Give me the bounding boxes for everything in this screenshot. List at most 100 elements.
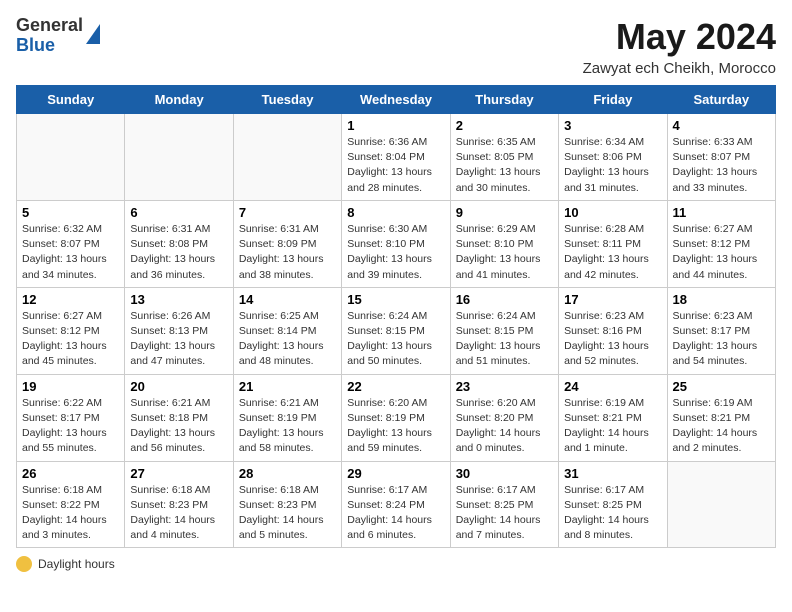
page-header: General Blue May 2024 Zawyat ech Cheikh,…	[16, 16, 776, 77]
day-info: Sunrise: 6:34 AM Sunset: 8:06 PM Dayligh…	[564, 135, 661, 196]
day-info: Sunrise: 6:28 AM Sunset: 8:11 PM Dayligh…	[564, 222, 661, 283]
calendar-week-row: 26 Sunrise: 6:18 AM Sunset: 8:22 PM Dayli…	[17, 461, 776, 548]
day-number: 5	[22, 205, 119, 220]
calendar-week-row: 12 Sunrise: 6:27 AM Sunset: 8:12 PM Dayli…	[17, 287, 776, 374]
calendar-day: 18 Sunrise: 6:23 AM Sunset: 8:17 PM Dayli…	[667, 287, 775, 374]
day-number: 6	[130, 205, 227, 220]
day-info: Sunrise: 6:18 AM Sunset: 8:22 PM Dayligh…	[22, 483, 119, 544]
calendar-day: 14Sunrise: 6:25 AM Sunset: 8:14 PM Dayli…	[233, 287, 341, 374]
month-title: May 2024	[583, 16, 776, 58]
day-info: Sunrise: 6:21 AM Sunset: 8:19 PM Dayligh…	[239, 396, 336, 457]
day-number: 16	[456, 292, 553, 307]
day-info: Sunrise: 6:35 AM Sunset: 8:05 PM Dayligh…	[456, 135, 553, 196]
day-info: Sunrise: 6:25 AM Sunset: 8:14 PM Dayligh…	[239, 309, 336, 370]
day-number: 1	[347, 118, 444, 133]
day-header-thursday: Thursday	[450, 86, 558, 114]
day-info: Sunrise: 6:19 AM Sunset: 8:21 PM Dayligh…	[673, 396, 770, 457]
day-number: 15	[347, 292, 444, 307]
calendar-week-row: 1 Sunrise: 6:36 AM Sunset: 8:04 PM Daylig…	[17, 114, 776, 201]
day-info: Sunrise: 6:32 AM Sunset: 8:07 PM Dayligh…	[22, 222, 119, 283]
calendar-day: 1 Sunrise: 6:36 AM Sunset: 8:04 PM Daylig…	[342, 114, 450, 201]
day-number: 19	[22, 379, 119, 394]
legend: Daylight hours	[16, 556, 776, 572]
day-info: Sunrise: 6:18 AM Sunset: 8:23 PM Dayligh…	[239, 483, 336, 544]
day-info: Sunrise: 6:23 AM Sunset: 8:16 PM Dayligh…	[564, 309, 661, 370]
calendar-day: 25 Sunrise: 6:19 AM Sunset: 8:21 PM Dayli…	[667, 374, 775, 461]
calendar-day	[125, 114, 233, 201]
day-number: 29	[347, 466, 444, 481]
day-number: 28	[239, 466, 336, 481]
calendar-day: 11 Sunrise: 6:27 AM Sunset: 8:12 PM Dayli…	[667, 200, 775, 287]
day-info: Sunrise: 6:17 AM Sunset: 8:25 PM Dayligh…	[456, 483, 553, 544]
day-number: 30	[456, 466, 553, 481]
calendar-week-row: 19 Sunrise: 6:22 AM Sunset: 8:17 PM Dayli…	[17, 374, 776, 461]
day-number: 25	[673, 379, 770, 394]
day-number: 10	[564, 205, 661, 220]
day-info: Sunrise: 6:21 AM Sunset: 8:18 PM Dayligh…	[130, 396, 227, 457]
calendar-day: 20Sunrise: 6:21 AM Sunset: 8:18 PM Dayli…	[125, 374, 233, 461]
day-info: Sunrise: 6:23 AM Sunset: 8:17 PM Dayligh…	[673, 309, 770, 370]
title-block: May 2024 Zawyat ech Cheikh, Morocco	[583, 16, 776, 77]
day-number: 11	[673, 205, 770, 220]
logo-triangle-icon	[86, 24, 100, 44]
day-info: Sunrise: 6:24 AM Sunset: 8:15 PM Dayligh…	[456, 309, 553, 370]
calendar-week-row: 5 Sunrise: 6:32 AM Sunset: 8:07 PM Daylig…	[17, 200, 776, 287]
day-info: Sunrise: 6:36 AM Sunset: 8:04 PM Dayligh…	[347, 135, 444, 196]
day-info: Sunrise: 6:18 AM Sunset: 8:23 PM Dayligh…	[130, 483, 227, 544]
legend-label: Daylight hours	[38, 557, 115, 571]
calendar-day: 24Sunrise: 6:19 AM Sunset: 8:21 PM Dayli…	[559, 374, 667, 461]
calendar-day: 16 Sunrise: 6:24 AM Sunset: 8:15 PM Dayli…	[450, 287, 558, 374]
day-header-monday: Monday	[125, 86, 233, 114]
day-header-saturday: Saturday	[667, 86, 775, 114]
calendar-day: 6Sunrise: 6:31 AM Sunset: 8:08 PM Daylig…	[125, 200, 233, 287]
day-info: Sunrise: 6:22 AM Sunset: 8:17 PM Dayligh…	[22, 396, 119, 457]
calendar-day	[233, 114, 341, 201]
day-number: 18	[673, 292, 770, 307]
day-number: 23	[456, 379, 553, 394]
day-info: Sunrise: 6:29 AM Sunset: 8:10 PM Dayligh…	[456, 222, 553, 283]
day-number: 26	[22, 466, 119, 481]
day-header-sunday: Sunday	[17, 86, 125, 114]
calendar-day: 10 Sunrise: 6:28 AM Sunset: 8:11 PM Dayli…	[559, 200, 667, 287]
location-text: Zawyat ech Cheikh, Morocco	[583, 60, 776, 77]
day-number: 21	[239, 379, 336, 394]
day-number: 27	[130, 466, 227, 481]
calendar-day: 7 Sunrise: 6:31 AM Sunset: 8:09 PM Daylig…	[233, 200, 341, 287]
day-info: Sunrise: 6:33 AM Sunset: 8:07 PM Dayligh…	[673, 135, 770, 196]
calendar-day: 4Sunrise: 6:33 AM Sunset: 8:07 PM Daylig…	[667, 114, 775, 201]
day-number: 3	[564, 118, 661, 133]
calendar-day: 19 Sunrise: 6:22 AM Sunset: 8:17 PM Dayli…	[17, 374, 125, 461]
calendar-day: 26 Sunrise: 6:18 AM Sunset: 8:22 PM Dayli…	[17, 461, 125, 548]
day-info: Sunrise: 6:27 AM Sunset: 8:12 PM Dayligh…	[673, 222, 770, 283]
day-number: 17	[564, 292, 661, 307]
calendar-day: 28 Sunrise: 6:18 AM Sunset: 8:23 PM Dayli…	[233, 461, 341, 548]
calendar-day: 31Sunrise: 6:17 AM Sunset: 8:25 PM Dayli…	[559, 461, 667, 548]
day-number: 24	[564, 379, 661, 394]
calendar-day: 30 Sunrise: 6:17 AM Sunset: 8:25 PM Dayli…	[450, 461, 558, 548]
day-number: 22	[347, 379, 444, 394]
day-number: 9	[456, 205, 553, 220]
logo: General Blue	[16, 16, 100, 56]
day-number: 7	[239, 205, 336, 220]
day-info: Sunrise: 6:31 AM Sunset: 8:09 PM Dayligh…	[239, 222, 336, 283]
day-info: Sunrise: 6:17 AM Sunset: 8:25 PM Dayligh…	[564, 483, 661, 544]
calendar-day: 15Sunrise: 6:24 AM Sunset: 8:15 PM Dayli…	[342, 287, 450, 374]
calendar-table: SundayMondayTuesdayWednesdayThursdayFrid…	[16, 85, 776, 548]
day-header-friday: Friday	[559, 86, 667, 114]
calendar-day: 12 Sunrise: 6:27 AM Sunset: 8:12 PM Dayli…	[17, 287, 125, 374]
calendar-day: 2 Sunrise: 6:35 AM Sunset: 8:05 PM Daylig…	[450, 114, 558, 201]
calendar-day: 21 Sunrise: 6:21 AM Sunset: 8:19 PM Dayli…	[233, 374, 341, 461]
day-number: 12	[22, 292, 119, 307]
day-header-tuesday: Tuesday	[233, 86, 341, 114]
day-header-wednesday: Wednesday	[342, 86, 450, 114]
calendar-day: 27 Sunrise: 6:18 AM Sunset: 8:23 PM Dayli…	[125, 461, 233, 548]
day-info: Sunrise: 6:27 AM Sunset: 8:12 PM Dayligh…	[22, 309, 119, 370]
day-info: Sunrise: 6:30 AM Sunset: 8:10 PM Dayligh…	[347, 222, 444, 283]
day-info: Sunrise: 6:26 AM Sunset: 8:13 PM Dayligh…	[130, 309, 227, 370]
day-info: Sunrise: 6:20 AM Sunset: 8:20 PM Dayligh…	[456, 396, 553, 457]
calendar-day: 8Sunrise: 6:30 AM Sunset: 8:10 PM Daylig…	[342, 200, 450, 287]
logo-general: General	[16, 15, 83, 35]
day-number: 2	[456, 118, 553, 133]
day-info: Sunrise: 6:17 AM Sunset: 8:24 PM Dayligh…	[347, 483, 444, 544]
calendar-day: 5 Sunrise: 6:32 AM Sunset: 8:07 PM Daylig…	[17, 200, 125, 287]
